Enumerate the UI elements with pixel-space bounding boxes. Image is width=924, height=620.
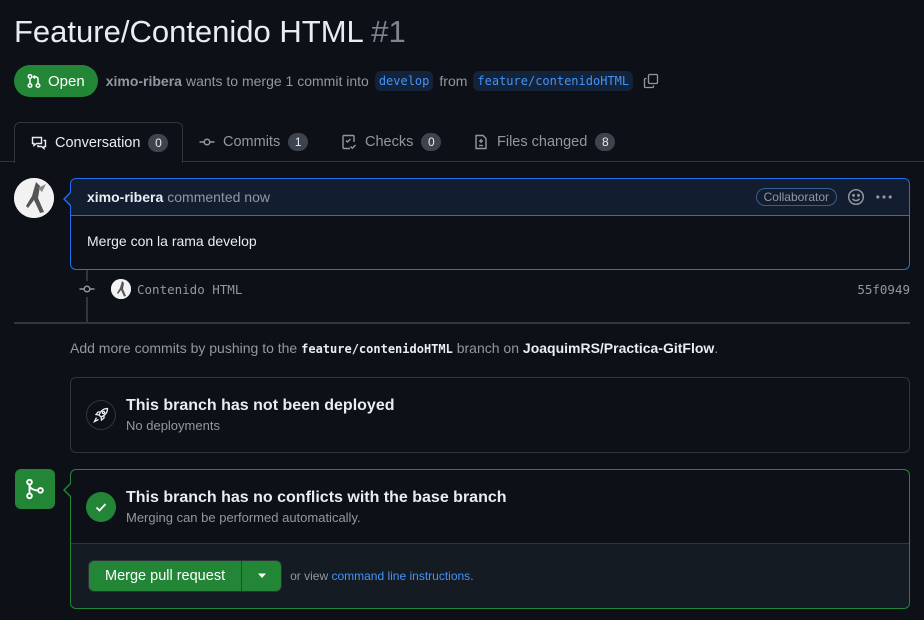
merge-pull-request-button[interactable]: Merge pull request: [89, 561, 242, 591]
git-pull-request-icon: [27, 73, 41, 89]
or-view-text: or view command line instructions.: [290, 569, 473, 583]
git-commit-icon: [78, 281, 96, 297]
tab-label: Files changed: [497, 134, 588, 150]
pr-number: #1: [371, 14, 406, 49]
comment-author[interactable]: ximo-ribera: [87, 189, 163, 205]
push-hint-branch: feature/contenidoHTML: [301, 342, 453, 356]
push-hint-prefix: Add more commits by pushing to the: [70, 340, 298, 356]
or-view-period: .: [470, 569, 474, 583]
or-view-label: or view: [290, 569, 329, 583]
push-hint-suffix: .: [714, 340, 719, 356]
tab-counter: 0: [148, 134, 169, 152]
tab-label: Conversation: [55, 135, 141, 151]
tab-counter: 1: [288, 133, 309, 151]
kebab-horizontal-icon[interactable]: [875, 188, 893, 206]
author-link[interactable]: ximo-ribera: [106, 73, 182, 89]
tab-commits[interactable]: Commits 1: [199, 122, 309, 162]
merge-actions: Merge pull request or view command line …: [71, 544, 909, 608]
timeline-divider: [14, 322, 910, 324]
commit-message[interactable]: Contenido HTML: [137, 282, 242, 297]
comment-header: ximo-ribera commented now Collaborator: [71, 179, 909, 216]
tab-label: Checks: [365, 134, 414, 150]
from-text: from: [439, 73, 468, 89]
merge-title: This branch has no conflicts with the ba…: [126, 488, 507, 506]
tab-files-changed[interactable]: Files changed 8: [473, 122, 616, 162]
status-badge: Open: [14, 65, 98, 97]
push-hint-middle: branch on: [456, 340, 520, 356]
checklist-icon: [342, 134, 357, 150]
command-line-instructions-link[interactable]: command line instructions: [331, 569, 470, 583]
file-diff-icon: [475, 134, 487, 150]
merge-pointer: [63, 482, 72, 498]
check-icon: [86, 491, 116, 522]
avatar[interactable]: [14, 178, 54, 218]
tab-conversation[interactable]: Conversation 0: [14, 122, 184, 163]
rocket-icon: [86, 400, 116, 430]
page-title: Feature/Contenido HTML #1: [14, 14, 406, 50]
triangle-down-icon: [257, 573, 266, 578]
comment-box: ximo-ribera commented now Collaborator M…: [63, 178, 910, 270]
comment-pointer: [63, 191, 72, 207]
merge-button-group: Merge pull request: [88, 560, 283, 592]
commit-sha[interactable]: 55f0949: [857, 282, 910, 297]
push-hint: Add more commits by pushing to the featu…: [70, 340, 718, 356]
git-commit-icon: [199, 138, 215, 146]
commit-row: Contenido HTML 55f0949: [78, 278, 910, 300]
merge-status: This branch has no conflicts with the ba…: [71, 470, 909, 544]
deployment-box: This branch has not been deployed No dep…: [70, 377, 910, 453]
tab-counter: 0: [421, 133, 442, 151]
tab-counter: 8: [595, 133, 616, 151]
comment-time[interactable]: commented now: [167, 189, 270, 205]
merge-subtitle: Merging can be performed automatically.: [126, 509, 361, 525]
merge-text: wants to merge 1 commit into: [185, 73, 369, 89]
git-merge-icon: [15, 469, 55, 509]
merge-description: ximo-ribera wants to merge 1 commit into…: [106, 71, 659, 91]
merge-method-dropdown[interactable]: [241, 561, 282, 591]
commit-avatar[interactable]: [111, 279, 131, 299]
comment-body: Merge con la rama develop: [87, 233, 257, 249]
merge-box: This branch has no conflicts with the ba…: [63, 469, 910, 609]
pr-title: Feature/Contenido HTML: [14, 14, 363, 49]
pr-tabs: Conversation 0 Commits 1 Checks 0 Files …: [0, 122, 924, 163]
pr-meta: Open ximo-ribera wants to merge 1 commit…: [14, 65, 659, 97]
base-branch[interactable]: develop: [374, 71, 434, 91]
deployment-title: This branch has not been deployed: [126, 397, 395, 414]
tab-label: Commits: [223, 134, 281, 150]
deployment-subtitle: No deployments: [126, 418, 220, 433]
smiley-icon[interactable]: [847, 188, 865, 206]
head-branch[interactable]: feature/contenidoHTML: [473, 71, 634, 91]
comment-discussion-icon: [31, 136, 47, 150]
copy-icon[interactable]: [643, 73, 659, 89]
collaborator-badge: Collaborator: [755, 188, 837, 206]
status-label: Open: [48, 72, 85, 90]
repo-link[interactable]: JoaquimRS/Practica-GitFlow: [523, 340, 714, 356]
tab-checks[interactable]: Checks 0: [341, 122, 442, 162]
